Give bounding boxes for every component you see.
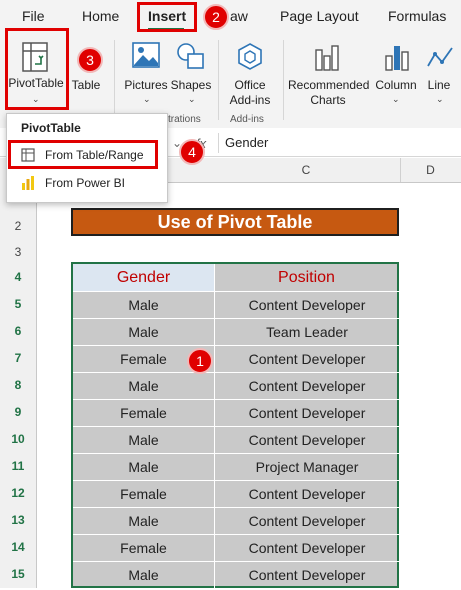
chevron-down-icon: ⌄	[143, 94, 151, 104]
row-number[interactable]: 13	[0, 513, 36, 527]
row-number[interactable]: 7	[0, 351, 36, 365]
picture-icon	[132, 42, 160, 68]
table-cell-gender[interactable]: Female	[73, 481, 214, 508]
row-number[interactable]: 8	[0, 378, 36, 392]
table-cell-position[interactable]: Content Developer	[215, 481, 399, 508]
table-cell-gender[interactable]: Female	[73, 400, 214, 427]
highlight-insert-tab	[137, 2, 197, 32]
header-cell-gender[interactable]: Gender	[73, 264, 214, 291]
row-number[interactable]: 14	[0, 540, 36, 554]
data-table[interactable]: Gender Position Male Content Developer M…	[71, 262, 399, 590]
table-cell-gender[interactable]: Male	[73, 454, 214, 481]
highlight-pivottable-button	[5, 28, 69, 110]
ribbon-separator	[114, 40, 115, 120]
line-chart-icon	[427, 47, 453, 67]
ribbon-separator	[218, 40, 219, 120]
column-label: Column	[375, 78, 417, 92]
column-header-c[interactable]: C	[212, 158, 401, 182]
row-number[interactable]: 4	[0, 270, 36, 284]
table-cell-gender[interactable]: Male	[73, 292, 214, 319]
row-number[interactable]: 6	[0, 324, 36, 338]
tab-formulas[interactable]: Formulas	[388, 8, 446, 24]
header-cell-position[interactable]: Position	[214, 264, 399, 291]
table-cell-position[interactable]: Content Developer	[215, 346, 399, 373]
table-cell-gender[interactable]: Male	[73, 427, 214, 454]
row-number[interactable]: 3	[0, 245, 36, 259]
table-label: Table	[71, 78, 101, 92]
table-cell-position[interactable]: Content Developer	[215, 400, 399, 427]
shapes-label: Shapes	[170, 78, 212, 92]
recommended-charts-icon	[315, 45, 339, 71]
row-number[interactable]: 9	[0, 405, 36, 419]
power-bi-icon	[22, 176, 34, 190]
formula-input[interactable]: Gender	[218, 133, 461, 153]
table-cell-gender[interactable]: Male	[73, 508, 214, 535]
tab-file[interactable]: File	[22, 8, 45, 24]
table-cell-gender[interactable]: Male	[73, 373, 214, 400]
table-cell-gender[interactable]: Female	[73, 535, 214, 562]
office-addins-label-2: Add-ins	[229, 93, 271, 107]
tab-home[interactable]: Home	[82, 8, 119, 24]
tab-draw[interactable]: aw	[230, 8, 248, 24]
menu-item-label: From Power BI	[45, 176, 126, 190]
table-cell-gender[interactable]: Male	[73, 562, 214, 589]
highlight-from-table-range	[8, 140, 158, 169]
table-cell-position[interactable]: Project Manager	[215, 454, 399, 481]
pictures-button[interactable]: Pictures ⌄	[122, 38, 170, 108]
column-header-d[interactable]: D	[400, 158, 461, 182]
step-badge-1: 1	[187, 348, 213, 374]
step-badge-2: 2	[203, 4, 229, 30]
group-label-illustrations: trations	[168, 114, 201, 125]
row-number[interactable]: 11	[0, 459, 36, 473]
recommended-charts-button[interactable]: Recommended Charts	[288, 38, 369, 110]
group-label-addins: Add-ins	[230, 114, 264, 125]
pictures-label: Pictures	[124, 78, 168, 92]
line-chart-button[interactable]: Line ⌄	[422, 38, 458, 110]
table-cell-position[interactable]: Content Developer	[215, 373, 399, 400]
row-number[interactable]: 10	[0, 432, 36, 446]
step-badge-4: 4	[179, 139, 205, 165]
office-addins-label-1: Office	[234, 78, 266, 92]
table-cell-position[interactable]: Content Developer	[215, 535, 399, 562]
column-chart-button[interactable]: Column ⌄	[372, 38, 420, 110]
table-cell-position[interactable]: Content Developer	[215, 427, 399, 454]
table-cell-position[interactable]: Content Developer	[215, 562, 399, 589]
recommended-charts-label-1: Recommended	[288, 78, 370, 92]
sheet-title: Use of Pivot Table	[71, 208, 399, 236]
line-label: Line	[427, 78, 451, 92]
tab-page-layout[interactable]: Page Layout	[280, 8, 359, 24]
row-number[interactable]: 12	[0, 486, 36, 500]
menu-title: PivotTable	[21, 121, 81, 135]
table-cell-gender[interactable]: Male	[73, 319, 214, 346]
table-cell-position[interactable]: Content Developer	[215, 508, 399, 535]
shapes-icon	[177, 43, 204, 69]
row-number[interactable]: 5	[0, 297, 36, 311]
column-chart-icon	[385, 46, 409, 71]
row-number[interactable]: 2	[0, 219, 36, 233]
row-number[interactable]: 15	[0, 567, 36, 581]
office-addins-button[interactable]: Office Add-ins	[224, 38, 276, 110]
chevron-down-icon: ⌄	[392, 94, 400, 104]
table-cell-position[interactable]: Team Leader	[215, 319, 399, 346]
chevron-down-icon: ⌄	[188, 94, 196, 104]
table-cell-position[interactable]: Content Developer	[215, 292, 399, 319]
step-badge-3: 3	[77, 47, 103, 73]
chevron-down-icon: ⌄	[436, 94, 444, 104]
menu-item-from-power-bi[interactable]: From Power BI	[11, 170, 161, 196]
recommended-charts-label-2: Charts	[310, 93, 346, 107]
hexagon-icon	[238, 43, 262, 70]
shapes-button[interactable]: Shapes ⌄	[170, 38, 212, 108]
ribbon-separator	[283, 40, 284, 120]
